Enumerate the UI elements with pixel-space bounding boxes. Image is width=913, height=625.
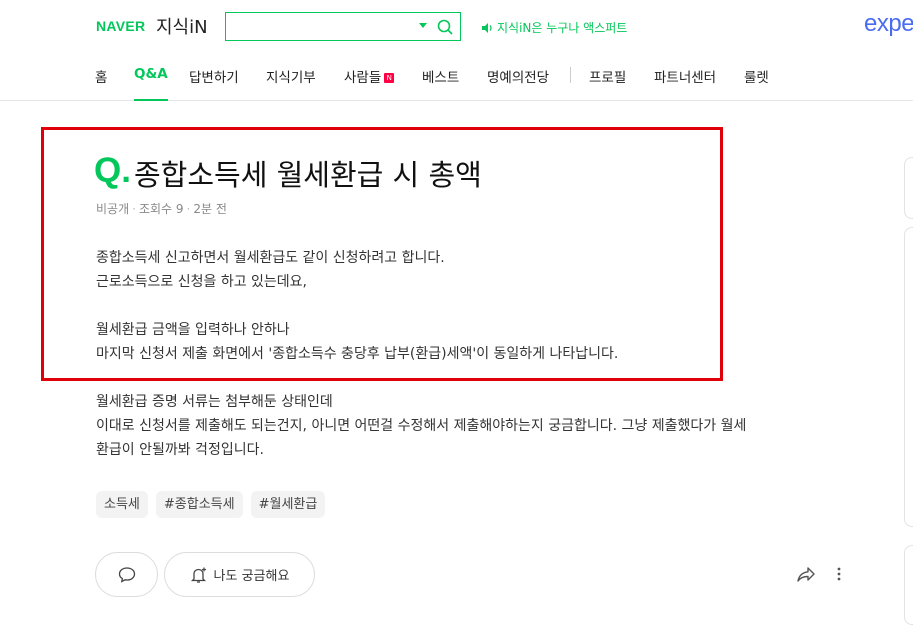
view-count: 조회수 9 xyxy=(138,202,184,216)
nav-roulette[interactable]: 룰렛 xyxy=(744,66,769,101)
question-mark-label: Q. xyxy=(94,151,131,190)
comment-icon xyxy=(118,567,136,583)
question-meta: 비공개 · 조회수 9 · 2분 전 xyxy=(96,202,227,216)
tag-list: 소득세 #종합소득세 #월세환급 xyxy=(96,491,326,518)
body-line: 환급이 안될까봐 걱정입니다. xyxy=(96,442,264,458)
tag-chip[interactable]: #종합소득세 xyxy=(155,491,243,518)
new-badge: N xyxy=(384,73,395,83)
tag-chip[interactable]: #월세환급 xyxy=(250,491,326,518)
tag-chip[interactable]: 소득세 xyxy=(96,491,148,518)
body-line xyxy=(96,294,856,318)
body-line: 이대로 신청서를 제출해도 되는건지, 아니면 어떤걸 수정해서 제출해야하는지… xyxy=(96,418,747,434)
nav-home[interactable]: 홈 xyxy=(95,66,107,101)
post-time: 2분 전 xyxy=(193,202,227,216)
promo-text: 지식iN은 누구나 액스퍼트 xyxy=(497,21,628,35)
me-too-curious-button[interactable]: 나도 궁금해요 xyxy=(164,552,315,597)
nav-people-label: 사람들 xyxy=(344,70,382,86)
side-card[interactable] xyxy=(904,545,913,625)
speaker-icon xyxy=(482,22,492,33)
visibility-label: 비공개 xyxy=(96,202,130,216)
nav-partner-center[interactable]: 파트너센터 xyxy=(654,66,716,101)
more-options-icon[interactable] xyxy=(834,566,844,582)
body-line: 마지막 신청서 제출 화면에서 '종합소득수 충당후 납부(환급)세액'이 동일… xyxy=(96,346,619,362)
body-line: 월세환급 증명 서류는 첨부해둔 상태인데 xyxy=(96,394,333,410)
question-title: 종합소득세 월세환급 시 총액 xyxy=(134,158,482,192)
search-input[interactable] xyxy=(230,16,410,37)
body-line xyxy=(96,366,856,390)
nav-divider xyxy=(570,67,571,83)
body-line: 종합소득세 신고하면서 월세환급도 같이 신청하려고 합니다. xyxy=(96,250,445,266)
promo-link[interactable]: 지식iN은 누구나 액스퍼트 xyxy=(481,19,627,36)
search-icon[interactable] xyxy=(436,18,454,36)
naver-logo[interactable]: NAVER xyxy=(96,18,145,34)
body-line: 근로소득으로 신청을 하고 있는데요, xyxy=(96,274,307,290)
jisik-in-logo[interactable]: 지식iN xyxy=(156,13,208,39)
comment-button[interactable] xyxy=(95,552,158,597)
nav-profile[interactable]: 프로필 xyxy=(589,66,626,101)
top-header: NAVER 지식iN 지식iN은 누구나 액스퍼트 expe xyxy=(0,0,913,52)
nav-hall-of-fame[interactable]: 명예의전당 xyxy=(487,66,549,101)
search-box xyxy=(225,12,461,41)
nav-knowledge-donation[interactable]: 지식기부 xyxy=(266,66,316,101)
body-line: 월세환급 금액을 입력하나 안하나 xyxy=(96,322,290,338)
side-card[interactable] xyxy=(904,227,913,527)
expert-logo[interactable]: expe xyxy=(864,10,913,38)
nav-best[interactable]: 베스트 xyxy=(422,66,459,101)
bell-plus-icon xyxy=(190,567,206,583)
nav-people[interactable]: 사람들 N xyxy=(344,66,395,101)
main-nav: 홈 Q&A 답변하기 지식기부 사람들 N 베스트 명예의전당 프로필 파트너센터… xyxy=(0,52,913,101)
search-dropdown-arrow-icon[interactable] xyxy=(419,23,427,28)
nav-qa[interactable]: Q&A xyxy=(134,66,168,101)
question-body: 종합소득세 신고하면서 월세환급도 같이 신청하려고 합니다. 근로소득으로 신… xyxy=(96,246,856,462)
me-too-curious-label: 나도 궁금해요 xyxy=(213,569,290,584)
nav-answer[interactable]: 답변하기 xyxy=(189,66,239,101)
side-card[interactable] xyxy=(904,157,913,219)
share-icon[interactable] xyxy=(796,565,816,583)
